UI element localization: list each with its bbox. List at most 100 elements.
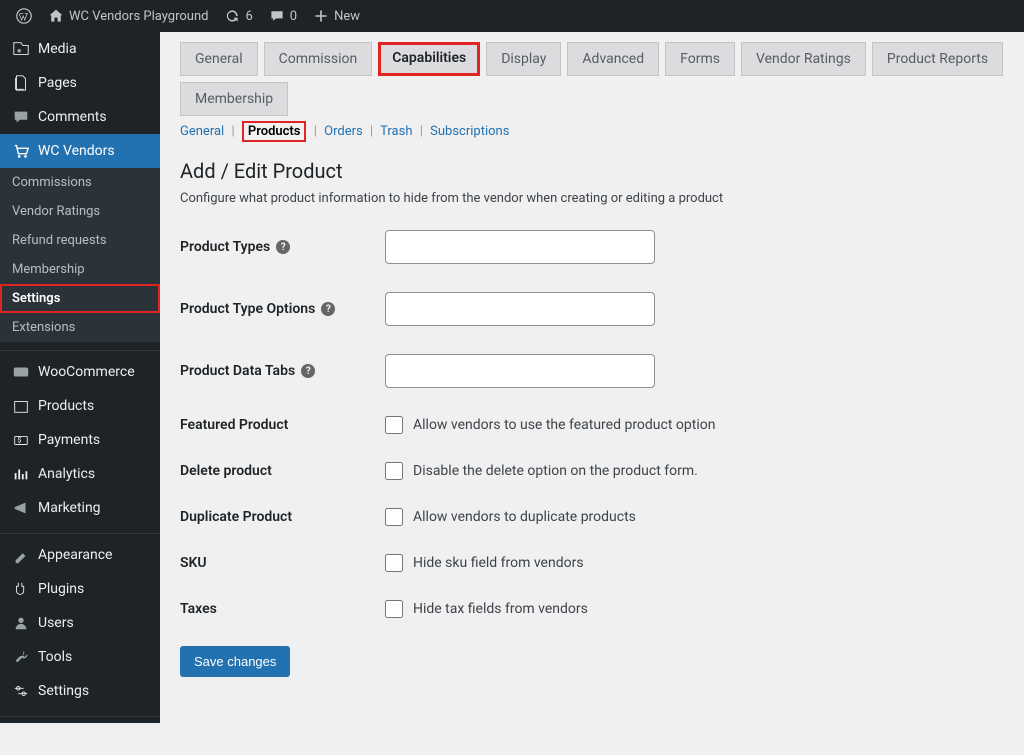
sidebar-label: Analytics [38,466,95,482]
refresh-icon [224,8,240,24]
sidebar-item-pages[interactable]: Pages [0,66,160,100]
new-link[interactable]: New [305,8,368,24]
users-icon [12,614,30,632]
svg-text:$: $ [17,436,21,445]
plugins-icon [12,580,30,598]
help-icon[interactable]: ? [276,240,290,254]
sidebar-item-products[interactable]: Products [0,389,160,423]
media-icon [12,40,30,58]
site-link[interactable]: WC Vendors Playground [40,8,216,24]
updates-count: 6 [245,9,252,24]
settings-tabs: General Commission Capabilities Display … [180,42,1004,116]
sidebar-label: Appearance [38,547,112,563]
analytics-icon [12,465,30,483]
sidebar-sub-vendorratings[interactable]: Vendor Ratings [0,197,160,226]
checkbox-featured-product[interactable] [385,416,403,434]
main-content: General Commission Capabilities Display … [160,32,1024,723]
checkbox-duplicate-product[interactable] [385,508,403,526]
tab-commission[interactable]: Commission [264,42,373,76]
row-product-type-options: Product Type Options? [180,292,1004,326]
checkbox-delete-product[interactable] [385,462,403,480]
page-description: Configure what product information to hi… [180,191,1004,206]
sidebar-label: Products [38,398,94,414]
home-icon [48,8,64,24]
tools-icon [12,648,30,666]
row-taxes: Taxes Hide tax fields from vendors [180,600,1004,618]
label-product-data-tabs: Product Data Tabs [180,363,295,379]
subtab-products[interactable]: Products [242,121,307,142]
cart-icon [12,142,30,160]
sidebar-label: Comments [38,109,107,125]
input-product-type-options[interactable] [385,292,655,326]
row-featured-product: Featured Product Allow vendors to use th… [180,416,1004,434]
row-delete-product: Delete product Disable the delete option… [180,462,1004,480]
sidebar-item-plugins[interactable]: Plugins [0,572,160,606]
subtab-trash[interactable]: Trash [380,124,412,139]
subtab-subscriptions[interactable]: Subscriptions [430,124,509,139]
updates-link[interactable]: 6 [216,8,260,24]
tab-general[interactable]: General [180,42,258,76]
sidebar-item-wcvendors[interactable]: WC Vendors [0,134,160,168]
desc-duplicate-product: Allow vendors to duplicate products [413,509,636,525]
sidebar-item-woocommerce[interactable]: WooCommerce [0,355,160,389]
sidebar-item-comments[interactable]: Comments [0,100,160,134]
tab-vendorratings[interactable]: Vendor Ratings [741,42,866,76]
sidebar-item-appearance[interactable]: Appearance [0,538,160,572]
row-product-types: Product Types? [180,230,1004,264]
row-product-data-tabs: Product Data Tabs? [180,354,1004,388]
sidebar-sub-refundrequests[interactable]: Refund requests [0,226,160,255]
sidebar-label: Media [38,41,77,57]
sidebar-item-payments[interactable]: $Payments [0,423,160,457]
admin-sidebar: Media Pages Comments WC Vendors Commissi… [0,32,160,723]
subtab-general[interactable]: General [180,124,224,139]
sidebar-sub-membership[interactable]: Membership [0,255,160,284]
admin-topbar: WC Vendors Playground 6 0 New [0,0,1024,32]
checkbox-sku[interactable] [385,554,403,572]
tab-productreports[interactable]: Product Reports [872,42,1003,76]
plus-icon [313,8,329,24]
save-button[interactable]: Save changes [180,646,290,677]
tab-display[interactable]: Display [486,42,561,76]
label-featured-product: Featured Product [180,417,288,433]
input-product-types[interactable] [385,230,655,264]
desc-delete-product: Disable the delete option on the product… [413,463,698,479]
sidebar-sub-commissions[interactable]: Commissions [0,168,160,197]
tab-advanced[interactable]: Advanced [567,42,659,76]
sidebar-label: WC Vendors [38,143,115,159]
collapse-icon [12,729,30,747]
sidebar-item-media[interactable]: Media [0,32,160,66]
sidebar-item-users[interactable]: Users [0,606,160,640]
tab-forms[interactable]: Forms [665,42,735,76]
sidebar-item-analytics[interactable]: Analytics [0,457,160,491]
appearance-icon [12,546,30,564]
row-duplicate-product: Duplicate Product Allow vendors to dupli… [180,508,1004,526]
help-icon[interactable]: ? [301,364,315,378]
sidebar-item-collapse[interactable]: Collapse menu [0,721,160,755]
sidebar-sub-settings[interactable]: Settings [0,284,160,313]
sidebar-item-marketing[interactable]: Marketing [0,491,160,525]
label-sku: SKU [180,555,207,571]
wordpress-icon [16,8,32,24]
page-title: Add / Edit Product [180,159,1004,183]
sidebar-item-settings[interactable]: Settings [0,674,160,708]
sidebar-label: Plugins [38,581,84,597]
sidebar-item-tools[interactable]: Tools [0,640,160,674]
sidebar-label: Tools [38,649,72,665]
tab-membership[interactable]: Membership [180,82,288,116]
desc-sku: Hide sku field from vendors [413,555,584,571]
comments-link[interactable]: 0 [261,8,305,24]
settings-icon [12,682,30,700]
label-product-types: Product Types [180,239,270,255]
row-sku: SKU Hide sku field from vendors [180,554,1004,572]
wp-logo-link[interactable] [8,8,40,24]
subtab-orders[interactable]: Orders [324,124,363,139]
sidebar-sub-extensions[interactable]: Extensions [0,313,160,342]
checkbox-taxes[interactable] [385,600,403,618]
help-icon[interactable]: ? [321,302,335,316]
sub-tabs: General | Products | Orders | Trash | Su… [180,124,1004,139]
input-product-data-tabs[interactable] [385,354,655,388]
sidebar-label: Collapse menu [38,730,131,746]
woo-icon [12,363,30,381]
tab-capabilities[interactable]: Capabilities [378,42,480,76]
label-product-type-options: Product Type Options [180,301,315,317]
